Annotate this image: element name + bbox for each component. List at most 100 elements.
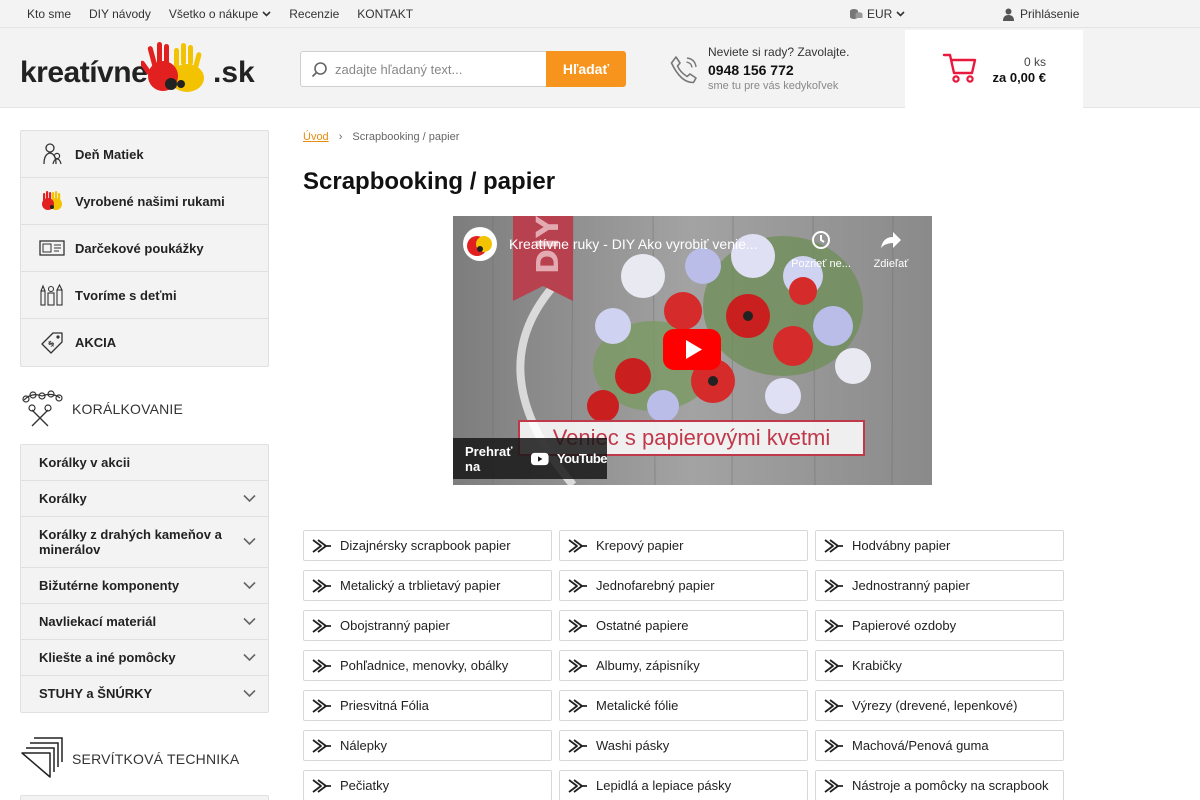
sidebar-item-handmade[interactable]: Vyrobené našimi rukami: [21, 178, 268, 225]
watch-later-button[interactable]: Pozrieť ne...: [786, 230, 856, 270]
nav-contact[interactable]: KONTAKT: [357, 7, 413, 21]
double-arrow-icon: [824, 578, 843, 593]
nav-reviews[interactable]: Recenzie: [289, 7, 339, 21]
user-icon: [1003, 8, 1014, 21]
chevron-down-icon[interactable]: [243, 537, 256, 546]
cart-widget[interactable]: 0 ks za 0,00 €: [905, 30, 1083, 108]
subcategory-tile[interactable]: Krabičky: [815, 650, 1064, 681]
subcategory-label: Jednofarebný papier: [596, 578, 715, 593]
currency-selector[interactable]: EUR: [849, 0, 905, 28]
kids-crafts-icon: [39, 282, 65, 308]
subcategory-tile[interactable]: Priesvitná Fólia: [303, 690, 552, 721]
double-arrow-icon: [568, 738, 587, 753]
double-arrow-icon: [568, 698, 587, 713]
subcategory-tile[interactable]: Machová/Penová guma: [815, 730, 1064, 761]
youtube-label: YouTube: [556, 451, 608, 466]
sidebar-item-sale[interactable]: $ AKCIA: [21, 319, 268, 366]
sidebar-item-vouchers[interactable]: Darčekové poukážky: [21, 225, 268, 272]
chevron-down-icon[interactable]: [243, 653, 256, 662]
category-threading-material[interactable]: Navliekací materiál: [21, 604, 268, 640]
subcategory-tile[interactable]: Výrezy (drevené, lepenkové): [815, 690, 1064, 721]
search-icon: [311, 62, 327, 78]
chevron-down-icon[interactable]: [243, 617, 256, 626]
sidebar-item-kids[interactable]: Tvoríme s deťmi: [21, 272, 268, 319]
subcategory-label: Papierové ozdoby: [852, 618, 957, 633]
search-input[interactable]: [335, 52, 541, 86]
subcategory-tile[interactable]: Metalické fólie: [559, 690, 808, 721]
category-gemstone-beads[interactable]: Korálky z drahých kameňov a minerálov: [21, 517, 268, 568]
subcategory-tile[interactable]: Obojstranný papier: [303, 610, 552, 641]
category-jewelry-components[interactable]: Bižutérne komponenty: [21, 568, 268, 604]
double-arrow-icon: [824, 538, 843, 553]
subcategory-tile[interactable]: Nástroje a pomôcky na scrapbook: [815, 770, 1064, 800]
hands-icon: [39, 188, 65, 214]
section-heading-napkin[interactable]: SERVÍTKOVÁ TECHNIKA: [20, 736, 269, 782]
nav-about[interactable]: Kto sme: [27, 7, 71, 21]
section-heading-beading[interactable]: KORÁLKOVANIE: [20, 386, 269, 432]
chevron-down-icon[interactable]: [243, 581, 256, 590]
subcategory-tile[interactable]: Jednofarebný papier: [559, 570, 808, 601]
page-title: Scrapbooking / papier: [303, 168, 556, 195]
category-label: Korálky z drahých kameňov a minerálov: [39, 527, 222, 557]
double-arrow-icon: [568, 578, 587, 593]
double-arrow-icon: [568, 778, 587, 793]
youtube-video-embed[interactable]: DIY Kreatívne ruky - DIY Ako vyrobiť ven…: [453, 216, 932, 485]
site-logo[interactable]: kreatívne .sk: [20, 40, 255, 96]
play-button-icon[interactable]: [663, 329, 721, 370]
nav-shopping-dropdown[interactable]: Všetko o nákupe: [169, 7, 271, 21]
top-nav: Kto sme DIY návody Všetko o nákupe Recen…: [27, 0, 413, 28]
subcategory-tile[interactable]: Washi pásky: [559, 730, 808, 761]
subcategory-tile[interactable]: Dizajnérsky scrapbook papier: [303, 530, 552, 561]
subcategory-label: Hodvábny papier: [852, 538, 951, 553]
category-beads[interactable]: Korálky: [21, 481, 268, 517]
sidebar-promo-menu: Deň Matiek Vyrobené našimi rukami Darček…: [20, 130, 269, 367]
subcategory-label: Priesvitná Fólia: [340, 698, 429, 713]
subcategory-tile[interactable]: Lepidlá a lepiace pásky: [559, 770, 808, 800]
category-pliers-tools[interactable]: Kliešte a iné pomôcky: [21, 640, 268, 676]
phone-contact: Neviete si rady? Zavolajte. 0948 156 772…: [668, 44, 888, 94]
chevron-down-icon[interactable]: [243, 494, 256, 503]
youtube-logo-icon: [531, 452, 549, 465]
subcategory-label: Obojstranný papier: [340, 618, 450, 633]
category-ribbons-cords[interactable]: STUHY a ŠNÚRKY: [21, 676, 268, 712]
section-title: SERVÍTKOVÁ TECHNIKA: [72, 751, 240, 767]
subcategory-label: Lepidlá a lepiace pásky: [596, 778, 732, 793]
napkins-icon: [21, 737, 63, 778]
watch-on-youtube-button[interactable]: Prehrať na YouTube: [453, 438, 608, 479]
svg-text:$: $: [46, 338, 57, 349]
subcategory-tile[interactable]: Metalický a trblietavý papier: [303, 570, 552, 601]
chevron-down-icon: [262, 11, 271, 17]
category-label: Bižutérne komponenty: [39, 578, 180, 593]
chevron-down-icon[interactable]: [243, 689, 256, 698]
hands-logo-icon: [141, 42, 204, 92]
subcategory-label: Pečiatky: [340, 778, 390, 793]
category-label: Korálky: [39, 491, 87, 506]
subcategory-tile[interactable]: Jednostranný papier: [815, 570, 1064, 601]
double-arrow-icon: [312, 538, 331, 553]
phone-number[interactable]: 0948 156 772: [708, 62, 794, 78]
breadcrumb-separator: ›: [338, 131, 343, 143]
subcategory-tile[interactable]: Pohľadnice, menovky, obálky: [303, 650, 552, 681]
subcategory-tile[interactable]: Pečiatky: [303, 770, 552, 800]
sidebar-item-mothers-day[interactable]: Deň Matiek: [21, 131, 268, 178]
double-arrow-icon: [312, 778, 331, 793]
subcategory-tile[interactable]: Nálepky: [303, 730, 552, 761]
subcategory-tile[interactable]: Albumy, zápisníky: [559, 650, 808, 681]
nav-diy[interactable]: DIY návody: [89, 7, 151, 21]
subcategory-tile[interactable]: Krepový papier: [559, 530, 808, 561]
category-beads-sale[interactable]: Korálky v akcii: [21, 445, 268, 481]
double-arrow-icon: [568, 538, 587, 553]
subcategory-tile[interactable]: Hodvábny papier: [815, 530, 1064, 561]
coins-icon: [850, 9, 863, 19]
login-link[interactable]: Prihlásenie: [1003, 0, 1079, 28]
share-button[interactable]: Zdieľať: [863, 230, 919, 270]
breadcrumb-home[interactable]: Úvod: [303, 131, 329, 143]
subcategory-tile[interactable]: Papierové ozdoby: [815, 610, 1064, 641]
subcategory-label: Krepový papier: [596, 538, 684, 553]
subcategory-tile[interactable]: Ostatné papiere: [559, 610, 808, 641]
video-title[interactable]: Kreatívne ruky - DIY Ako vyrobiť venie..…: [509, 236, 758, 252]
double-arrow-icon: [824, 698, 843, 713]
search-button[interactable]: Hľadať: [546, 51, 626, 87]
search-box: [300, 51, 546, 87]
cart-icon: [942, 53, 977, 83]
